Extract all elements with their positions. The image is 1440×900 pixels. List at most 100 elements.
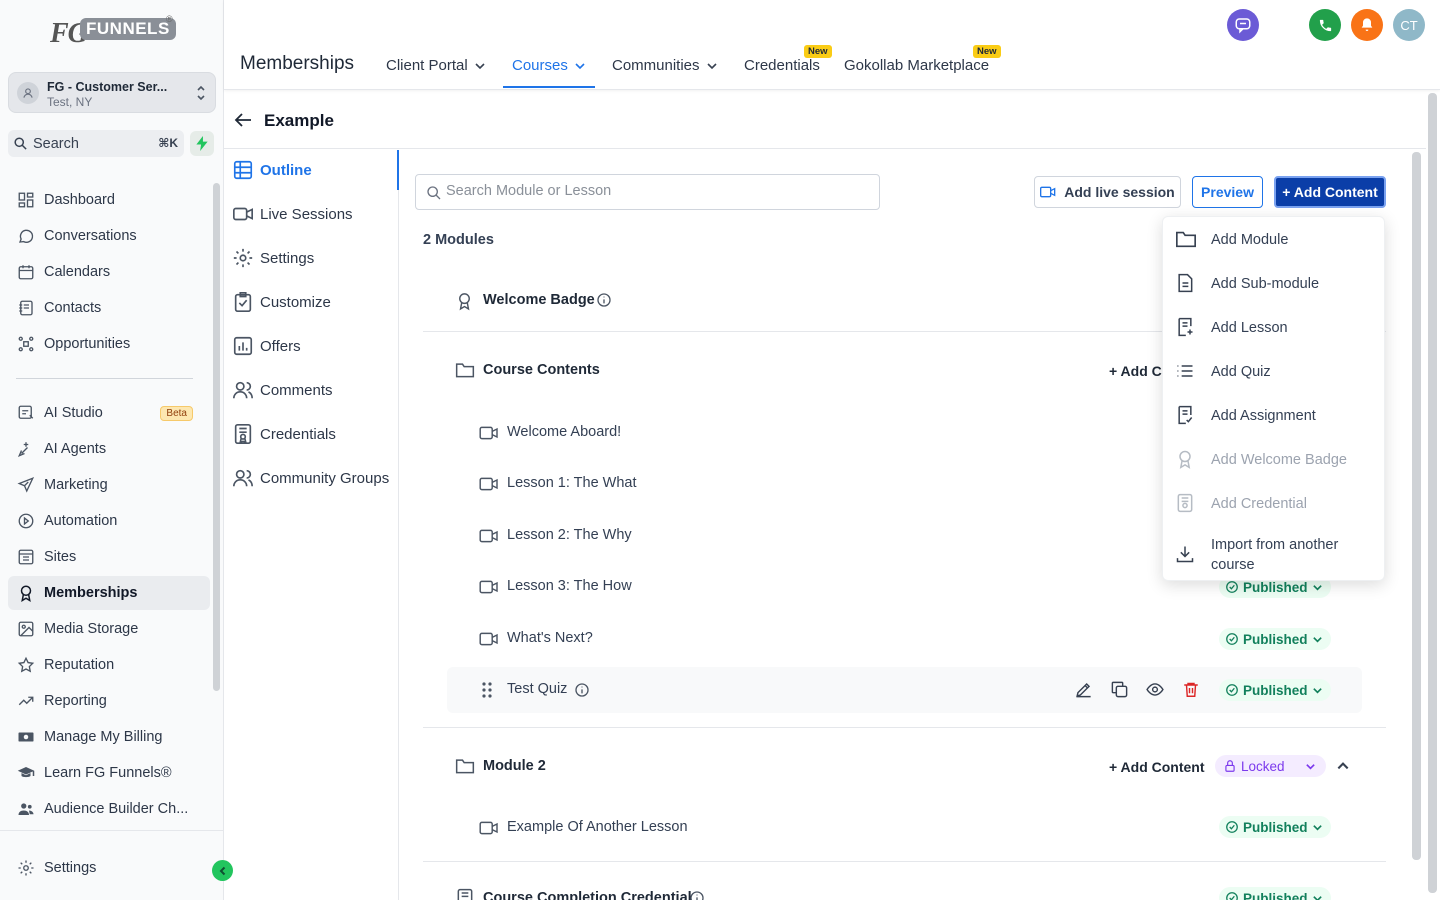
add-content-button[interactable]: + Add Content [1274,176,1386,208]
tab-label: Communities [612,57,700,74]
subnav-label: Community Groups [260,469,390,487]
menu-item-label: Add Credential [1211,496,1307,512]
automation-icon [8,512,44,530]
download-icon [1175,544,1195,567]
sidebar-item-marketing[interactable]: Marketing [8,468,210,502]
sidebar-item-label: Calendars [44,264,111,280]
sidebar-item-label: Reporting [44,693,107,709]
menu-item-add-sub-module[interactable]: Add Sub-module [1163,262,1386,306]
new-badge: New [973,45,1001,58]
subnav-settings[interactable]: Settings [232,243,314,273]
subnav-credentials[interactable]: Credentials [232,419,336,449]
status-badge[interactable]: Published [1219,628,1331,650]
notifications-button[interactable] [1351,9,1383,41]
chart-bar-icon [233,336,253,356]
user-avatar[interactable]: CT [1393,9,1425,41]
sidebar-item-label: Automation [44,513,118,529]
tab-client-portal[interactable]: Client Portal [386,57,486,74]
video-icon [479,476,499,495]
trash-icon[interactable] [1182,680,1200,702]
chevron-down-icon [1312,636,1322,643]
preview-button[interactable]: Preview [1192,176,1263,208]
phone-button[interactable] [1309,9,1341,41]
outline-search-input[interactable] [446,183,866,199]
quiz-row[interactable]: Test Quiz Published [399,667,1399,713]
sidebar-item-sites[interactable]: Sites [8,540,210,574]
sidebar-item-audience-builder[interactable]: Audience Builder Ch... [8,792,210,826]
status-badge[interactable]: Published [1219,816,1331,838]
module-add-content-link[interactable]: + Add Content [1109,759,1205,775]
menu-item-import-course[interactable]: Import from another course [1163,530,1386,580]
duplicate-icon[interactable] [1110,680,1129,702]
sidebar-item-billing[interactable]: Manage My Billing [8,720,210,754]
drag-handle-icon[interactable] [481,681,493,702]
chevron-up-icon[interactable] [1336,759,1350,776]
sidebar-item-contacts[interactable]: Contacts [8,291,210,325]
sidebar-item-settings[interactable]: Settings [8,851,210,885]
chevron-down-icon [706,62,717,69]
status-label: Locked [1241,758,1285,774]
chevron-down-icon [1312,895,1322,900]
eye-icon[interactable] [1145,680,1165,702]
subnav-customize[interactable]: Customize [232,287,331,317]
sidebar-item-calendars[interactable]: Calendars [8,255,210,289]
add-live-session-button[interactable]: Add live session [1034,176,1181,208]
brand-logo[interactable]: FG FUNNELS ® [50,14,176,58]
status-label: Published [1243,819,1308,835]
menu-item-add-lesson[interactable]: Add Lesson [1163,306,1386,350]
tab-courses[interactable]: Courses [512,57,586,74]
menu-item-add-assignment[interactable]: Add Assignment [1163,394,1386,438]
sidebar-item-conversations[interactable]: Conversations [8,219,210,253]
module-row-module-2[interactable]: Module 2 + Add Content Locked [399,744,1399,790]
lesson-row[interactable]: What's Next? Published [399,616,1399,662]
tab-credentials[interactable]: Credentials [744,57,820,74]
sidebar-item-label: AI Agents [44,441,107,457]
menu-item-add-quiz[interactable]: Add Quiz [1163,350,1386,394]
ai-studio-icon [8,404,44,422]
subnav-community-groups[interactable]: Community Groups [232,463,389,493]
locked-badge[interactable]: Locked [1215,755,1326,777]
chevron-down-icon [475,62,485,69]
credential-row[interactable]: Course Completion Credential Published [399,876,1399,900]
sidebar-scrollbar[interactable] [213,183,220,691]
sidebar-item-reporting[interactable]: Reporting [8,684,210,718]
chevron-down-icon [1312,824,1322,831]
info-icon[interactable] [689,890,705,900]
chat-widget-button[interactable] [1227,9,1259,41]
account-switcher[interactable]: FG - Customer Ser... Test, NY [8,72,216,113]
status-label: Published [1243,682,1308,698]
menu-item-add-module[interactable]: Add Module [1163,218,1386,262]
page-scrollbar[interactable] [1428,93,1437,893]
subnav-offers[interactable]: Offers [232,331,301,361]
sidebar-item-automation[interactable]: Automation [8,504,210,538]
sidebar-item-ai-agents[interactable]: AI Agents [8,432,210,466]
search-icon [13,136,28,154]
lesson-row[interactable]: Example Of Another Lesson Published [399,805,1399,851]
sidebar-item-dashboard[interactable]: Dashboard [8,183,210,217]
lesson-title: Lesson 1: The What [507,475,637,491]
lesson-title: Lesson 3: The How [507,578,632,594]
info-icon[interactable] [596,292,612,311]
status-badge[interactable]: Published [1219,887,1331,900]
subnav-live-sessions[interactable]: Live Sessions [232,199,353,229]
module-title: Course Contents [483,362,600,378]
subnav-outline[interactable]: Outline [232,155,312,185]
back-arrow-icon[interactable] [234,112,252,131]
video-icon [1040,186,1056,198]
subnav-comments[interactable]: Comments [232,375,333,405]
tab-gokollab-marketplace[interactable]: Gokollab Marketplace [844,57,989,74]
sidebar-item-opportunities[interactable]: Opportunities [8,327,210,361]
edit-pencil-icon[interactable] [1074,680,1093,702]
sidebar-item-reputation[interactable]: Reputation [8,648,210,682]
sidebar-item-memberships[interactable]: Memberships [8,576,210,610]
quick-actions-button[interactable] [190,131,214,156]
status-badge[interactable]: Published [1219,679,1331,701]
sidebar-item-learn[interactable]: Learn FG Funnels® [8,756,210,790]
sidebar-item-media-storage[interactable]: Media Storage [8,612,210,646]
info-icon[interactable] [574,682,590,701]
tab-communities[interactable]: Communities [612,57,718,74]
content-scrollbar[interactable] [1412,152,1421,860]
outline-search[interactable] [415,174,880,210]
sidebar-item-ai-studio[interactable]: AI Studio Beta [8,396,210,430]
sidebar-search[interactable]: Search ⌘K [8,130,184,157]
